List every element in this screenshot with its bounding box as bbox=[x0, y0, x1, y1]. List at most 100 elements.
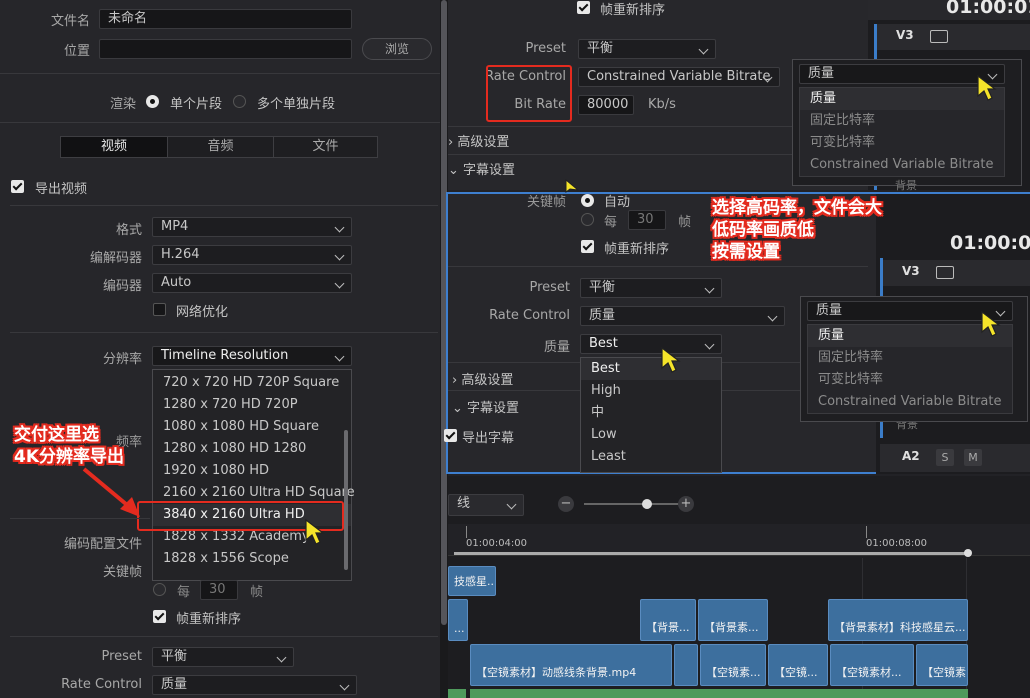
rate-control-dropdown[interactable]: Constrained Variable Bitrate bbox=[578, 67, 780, 87]
video-clip[interactable]: 【空镜素材... bbox=[830, 644, 914, 686]
mouse-pointer-icon bbox=[981, 310, 1001, 337]
frame-reorder-checkbox[interactable] bbox=[577, 1, 590, 14]
format-dropdown[interactable]: MP4 bbox=[152, 217, 352, 237]
timeline-view-dropdown[interactable]: 线 bbox=[448, 494, 524, 516]
zoom-slider-handle[interactable] bbox=[642, 499, 652, 509]
advanced-settings-toggle[interactable]: › 高级设置 bbox=[448, 131, 509, 150]
resolution-option[interactable]: 1080 x 1080 HD Square bbox=[153, 416, 351, 438]
resolution-option[interactable]: 1828 x 1556 Scope bbox=[153, 548, 351, 570]
mute-button[interactable]: M bbox=[964, 449, 982, 466]
tab-video[interactable]: 视频 bbox=[61, 137, 167, 157]
rate-control-label: Rate Control bbox=[61, 677, 142, 692]
clip-label: ... bbox=[454, 622, 465, 635]
highlight-rate-control bbox=[486, 65, 572, 122]
video-clip[interactable]: 【背景... bbox=[640, 599, 696, 641]
export-subtitle-checkbox[interactable] bbox=[444, 429, 457, 442]
rate-control-dropdown[interactable]: 质量 bbox=[580, 306, 785, 326]
render-single-radio[interactable] bbox=[146, 95, 159, 108]
audio-clip[interactable] bbox=[470, 689, 968, 698]
frame-reorder-checkbox[interactable] bbox=[153, 610, 166, 623]
rate-control-popup-dropdown[interactable]: 质量 bbox=[799, 64, 1005, 84]
rate-option-vbr[interactable]: 可变比特率 bbox=[808, 369, 1012, 391]
video-clip[interactable]: 【背景素材】科技感星云... bbox=[828, 599, 968, 641]
video-clip[interactable]: 【空镜素... bbox=[700, 644, 766, 686]
video-clip[interactable]: 技感星... bbox=[448, 566, 496, 596]
quality-option[interactable]: High bbox=[581, 380, 721, 402]
export-video-checkbox[interactable] bbox=[11, 180, 24, 193]
rate-option-quality[interactable]: 质量 bbox=[800, 88, 1004, 110]
network-optimize-checkbox[interactable] bbox=[153, 303, 166, 316]
video-clip[interactable]: 【背景素... bbox=[698, 599, 768, 641]
quality-dropdown[interactable]: Best bbox=[580, 334, 722, 354]
codec-dropdown[interactable]: H.264 bbox=[152, 245, 352, 265]
rate-control-value: 质量 bbox=[589, 308, 616, 323]
tab-file[interactable]: 文件 bbox=[273, 137, 377, 157]
advanced-settings-toggle[interactable]: › 高级设置 bbox=[452, 369, 513, 388]
timeline-area: 线 − + 01:00:04:00 01:00:08:00 技感星... ...… bbox=[448, 476, 1030, 698]
bitrate-unit: Kb/s bbox=[648, 97, 676, 112]
video-clip[interactable]: ... bbox=[448, 599, 468, 641]
keyframe-count-input[interactable]: 30 bbox=[200, 580, 238, 600]
subtitle-settings-toggle[interactable]: ⌄ 字幕设置 bbox=[452, 397, 519, 416]
timeline-toolbar: 线 − + bbox=[448, 488, 1030, 520]
keyframe-every-radio[interactable] bbox=[153, 583, 166, 596]
preset-dropdown[interactable]: 平衡 bbox=[580, 278, 722, 298]
bitrate-input[interactable]: 80000 bbox=[578, 95, 634, 115]
zoom-slider-track[interactable] bbox=[584, 503, 680, 505]
audio-clip[interactable] bbox=[448, 689, 466, 698]
in-out-range-bar[interactable] bbox=[454, 552, 968, 555]
chevron-right-icon: › bbox=[448, 135, 454, 150]
tab-audio[interactable]: 音频 bbox=[167, 137, 273, 157]
quality-option[interactable]: 中 bbox=[581, 402, 721, 424]
frame-reorder-label: 帧重新排序 bbox=[604, 242, 670, 257]
keyframe-auto-radio[interactable] bbox=[581, 194, 594, 207]
advanced-settings-label: 高级设置 bbox=[457, 135, 510, 150]
encoder-dropdown[interactable]: Auto bbox=[152, 273, 352, 293]
render-multiple-radio[interactable] bbox=[233, 95, 246, 108]
tab-audio-label: 音频 bbox=[207, 139, 234, 154]
rate-option-cvbr[interactable]: Constrained Variable Bitrate bbox=[800, 154, 1004, 176]
resolution-option[interactable]: 1920 x 1080 HD bbox=[153, 460, 351, 482]
tab-video-label: 视频 bbox=[100, 139, 127, 154]
quality-label: 质量 bbox=[543, 340, 570, 355]
export-video-label: 导出视频 bbox=[35, 182, 88, 197]
frame-reorder-checkbox[interactable] bbox=[581, 240, 594, 253]
preset-value: 平衡 bbox=[161, 649, 188, 664]
resolution-option[interactable]: 1280 x 1080 HD 1280 bbox=[153, 438, 351, 460]
resolution-option[interactable]: 1280 x 720 HD 720P bbox=[153, 394, 351, 416]
location-input[interactable] bbox=[99, 39, 352, 59]
browse-button[interactable]: 浏览 bbox=[362, 38, 432, 60]
rate-option-vbr[interactable]: 可变比特率 bbox=[800, 132, 1004, 154]
subtitle-settings-toggle[interactable]: ⌄ 字幕设置 bbox=[448, 159, 515, 178]
keyframe-count-input[interactable]: 30 bbox=[628, 210, 666, 230]
annotation-line: 交付这里选 bbox=[14, 425, 99, 445]
video-clip[interactable]: 【空镜素... bbox=[916, 644, 968, 686]
preset-dropdown[interactable]: 平衡 bbox=[578, 39, 716, 59]
rate-control-dropdown[interactable]: 质量 bbox=[152, 675, 357, 695]
filename-label: 文件名 bbox=[50, 14, 90, 29]
video-clip[interactable]: 【空镜... bbox=[768, 644, 828, 686]
menu-scrollbar[interactable] bbox=[344, 430, 348, 570]
chevron-down-icon bbox=[698, 44, 709, 55]
video-clip[interactable] bbox=[674, 644, 698, 686]
filename-input[interactable]: 未命名 bbox=[99, 9, 352, 29]
quality-option[interactable]: Low bbox=[581, 424, 721, 446]
resolution-dropdown[interactable]: Timeline Resolution bbox=[152, 346, 352, 366]
quality-option[interactable]: Least bbox=[581, 446, 721, 468]
frame-reorder-label: 帧重新排序 bbox=[176, 612, 242, 627]
range-end-handle[interactable] bbox=[964, 549, 972, 557]
quality-option[interactable]: Best bbox=[581, 358, 721, 380]
preset-dropdown[interactable]: 平衡 bbox=[152, 647, 294, 667]
clip-label: 【空镜素材... bbox=[836, 666, 902, 679]
resolution-option[interactable]: 720 x 720 HD 720P Square bbox=[153, 372, 351, 394]
keyframe-every-radio[interactable] bbox=[581, 213, 594, 226]
video-clip[interactable]: 【空镜素材】动感线条背景.mp4 bbox=[470, 644, 672, 686]
solo-button[interactable]: S bbox=[936, 449, 954, 466]
rate-option-cbr[interactable]: 固定比特率 bbox=[808, 347, 1012, 369]
annotation-line: 选择高码率，文件会大 bbox=[712, 198, 882, 218]
chevron-down-icon: ⌄ bbox=[452, 401, 463, 416]
zoom-out-icon[interactable]: − bbox=[558, 496, 574, 512]
rate-option-cvbr[interactable]: Constrained Variable Bitrate bbox=[808, 391, 1012, 413]
zoom-in-icon[interactable]: + bbox=[678, 496, 694, 512]
rate-option-cbr[interactable]: 固定比特率 bbox=[800, 110, 1004, 132]
